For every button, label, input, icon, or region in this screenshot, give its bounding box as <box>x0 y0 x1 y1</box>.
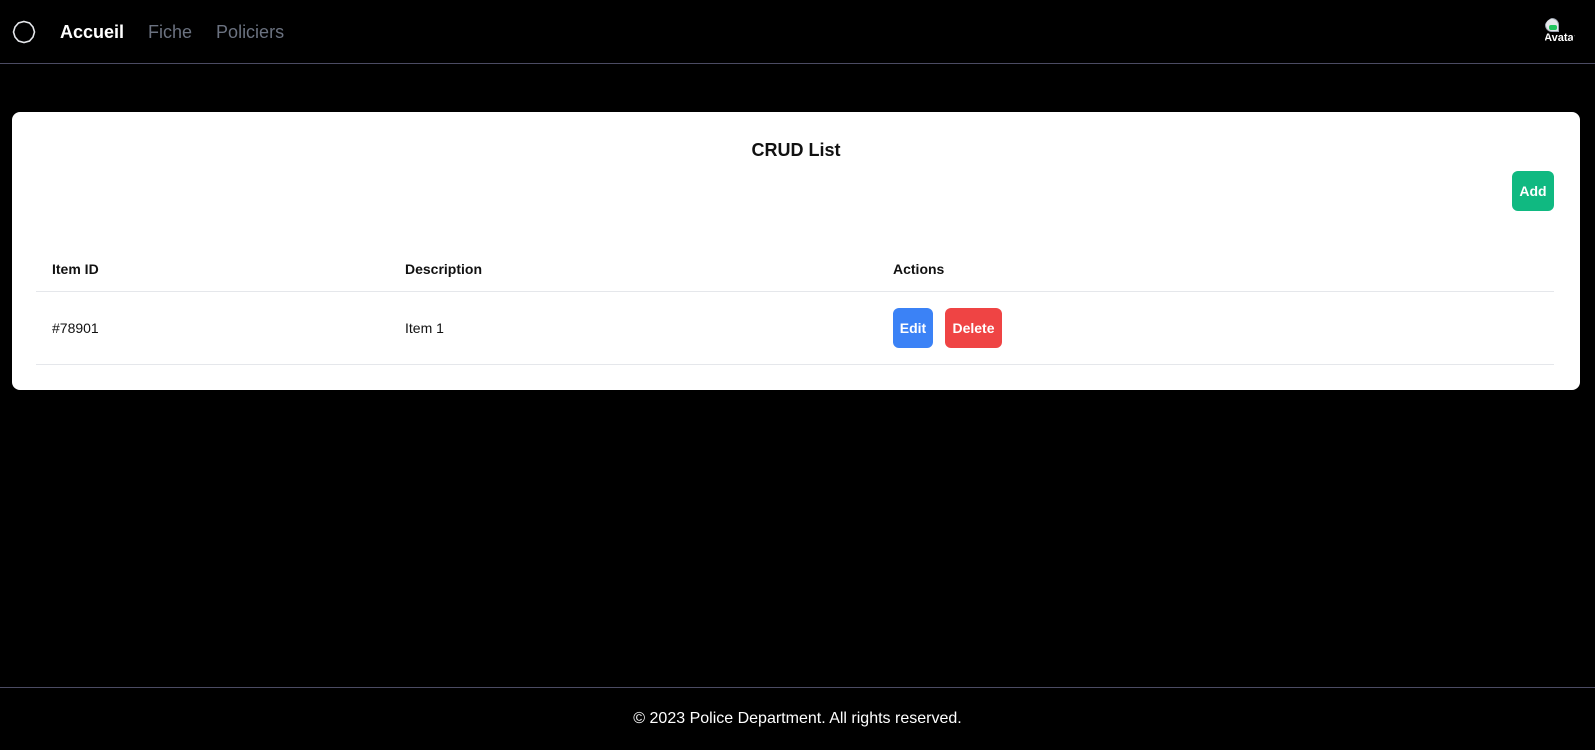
avatar[interactable]: Avatar <box>1543 16 1575 48</box>
cell-description: Item 1 <box>405 319 444 336</box>
row-actions: Edit Delete <box>893 307 1554 348</box>
nav-link-fiche[interactable]: Fiche <box>148 22 192 43</box>
copyright-text: © 2023 Police Department. All rights res… <box>633 710 962 727</box>
page-title: CRUD List <box>751 140 841 160</box>
header-description: Description <box>405 260 483 277</box>
nav-link-policiers[interactable]: Policiers <box>216 22 284 43</box>
nav-links: Accueil Fiche Policiers <box>60 0 308 64</box>
header-actions: Actions <box>893 260 945 277</box>
navbar: Accueil Fiche Policiers Avatar <box>0 0 1595 64</box>
table-header-row: Item ID Description Actions <box>36 247 1554 291</box>
crud-table: Item ID Description Actions #78901 Item … <box>36 247 1554 365</box>
nav-link-accueil[interactable]: Accueil <box>60 22 124 43</box>
cell-item-id: #78901 <box>52 319 99 336</box>
avatar-alt-text: Avatar <box>1544 32 1575 44</box>
crud-table-wrapper: Item ID Description Actions #78901 Item … <box>36 247 1554 365</box>
delete-button[interactable]: Delete <box>945 307 1002 348</box>
footer: © 2023 Police Department. All rights res… <box>0 687 1595 750</box>
circle-logo-icon[interactable] <box>12 20 36 44</box>
cell-actions: Edit Delete <box>893 291 1554 364</box>
add-button[interactable]: Add <box>1512 171 1554 211</box>
header-item-id: Item ID <box>52 260 99 277</box>
edit-button[interactable]: Edit <box>893 307 933 348</box>
table-row: #78901 Item 1 Edit Delete <box>36 291 1554 364</box>
crud-card: CRUD List Add Item ID Description Action… <box>12 112 1580 390</box>
broken-image-icon <box>1545 18 1559 32</box>
